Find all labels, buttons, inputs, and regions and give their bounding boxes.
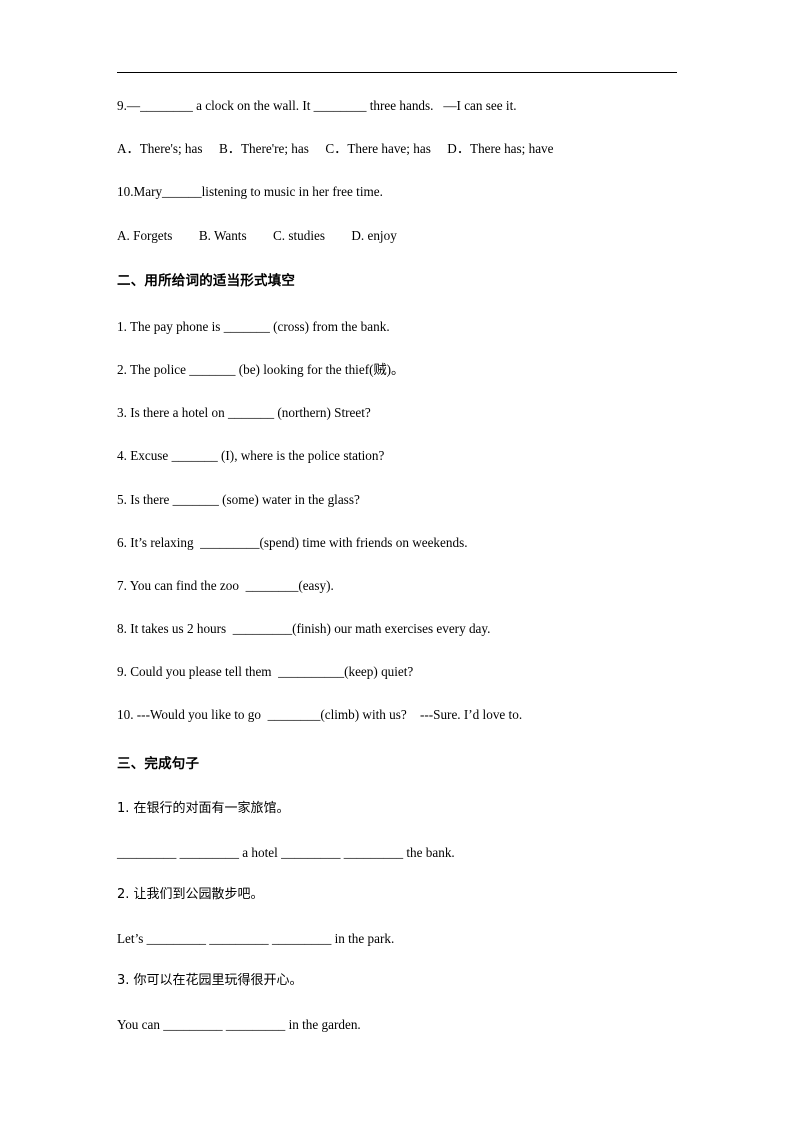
section-heading-3: 三、完成句子 [117,755,200,772]
fill-blank-item-5: 5. Is there _______ (some) water in the … [117,491,360,507]
fill-blank-item-8: 8. It takes us 2 hours _________(finish)… [117,621,491,637]
section-heading-2: 二、用所给词的适当形式填空 [117,272,296,289]
sentence-item-3-english: You can _________ _________ in the garde… [117,1016,361,1032]
fill-blank-item-9: 9. Could you please tell them __________… [117,664,414,680]
sentence-item-1-english: _________ _________ a hotel _________ __… [117,844,455,860]
fill-blank-item-7: 7. You can find the zoo ________(easy). [117,577,334,593]
question-10: 10.Mary______listening to music in her f… [117,184,383,200]
fill-blank-item-10: 10. ---Would you like to go ________(cli… [117,707,523,723]
fill-blank-item-4: 4. Excuse _______ (I), where is the poli… [117,448,385,464]
fill-blank-item-6: 6. It’s relaxing _________(spend) time w… [117,534,468,550]
question-10-options: A. Forgets B. Wants C. studies D. enjoy [117,227,397,243]
fill-blank-item-3: 3. Is there a hotel on _______ (northern… [117,405,371,421]
worksheet-content: 9.—________ a clock on the wall. It ____… [117,98,685,1032]
sentence-item-2-chinese: 2. 让我们到公园散步吧。 [117,886,264,902]
question-9: 9.—________ a clock on the wall. It ____… [117,98,517,113]
fill-blank-item-1: 1. The pay phone is _______ (cross) from… [117,318,390,334]
header-divider [117,72,677,73]
worksheet-page: 9.—________ a clock on the wall. It ____… [0,0,794,1123]
sentence-item-1-chinese: 1. 在银行的对面有一家旅馆。 [117,800,290,816]
question-9-options: A．There's; has B．There're; has C．There h… [117,141,554,157]
sentence-item-2-english: Let’s _________ _________ _________ in t… [117,930,395,946]
sentence-item-3-chinese: 3. 你可以在花园里玩得很开心。 [117,973,303,988]
fill-blank-item-2: 2. The police _______ (be) looking for t… [117,362,405,378]
